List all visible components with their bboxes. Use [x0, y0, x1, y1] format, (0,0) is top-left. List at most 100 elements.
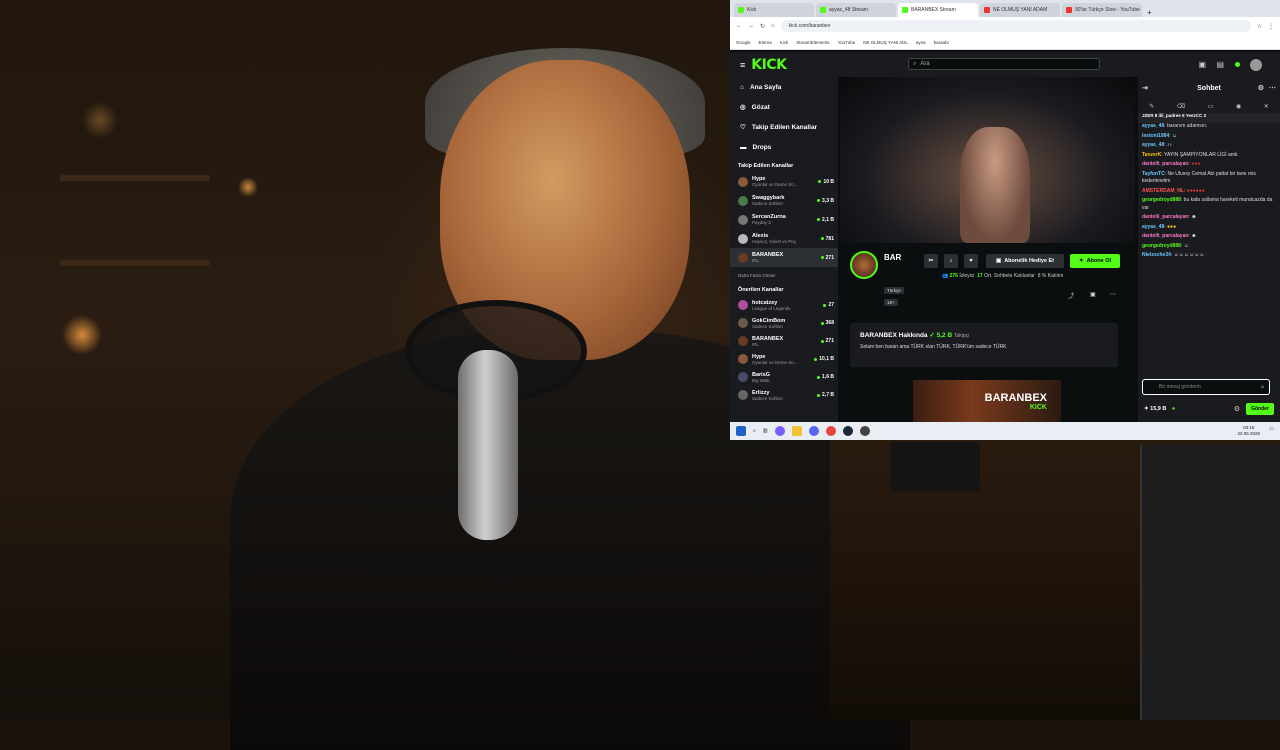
streamer-video [960, 127, 1030, 243]
chat-panel: ⇥ Sohbet ⚙ ⋯ ✎ ⌫ ▭ ◉ ✕ JZER 8 ilil_padre… [1138, 77, 1280, 422]
bookmark-item[interactable]: Eterna [759, 40, 772, 45]
drops-icon: ▬ [740, 143, 747, 151]
bookmark-item[interactable]: NE OLMUŞ YANİ ADL [863, 40, 908, 45]
new-tab-icon[interactable]: + [1147, 8, 1152, 17]
message-icon[interactable]: ▭ [1208, 103, 1214, 110]
followed-section-title: Takip Edilen Kanallar [738, 163, 794, 169]
stream-stats: 👥 276 İzleyici 17 Ort. Sohbete Katılanla… [942, 273, 1064, 279]
library-icon[interactable]: ▤ [1216, 60, 1224, 69]
follow-button[interactable]: ♥ [964, 254, 978, 268]
menu-dots-icon[interactable]: ⋮ [1268, 23, 1274, 30]
pin-icon[interactable]: ✎ [1149, 103, 1154, 110]
kick-logo[interactable]: KICK [751, 57, 787, 73]
chat-gear-icon[interactable]: ⚙ [1234, 405, 1240, 413]
recommended-channel[interactable]: BARANBEX IRL 271 [730, 332, 838, 350]
bookmark-star-icon[interactable]: ☆ [1257, 23, 1262, 30]
followed-channel-active[interactable]: BARANBEX IRL 271 [730, 248, 838, 267]
mod-icon[interactable]: ◉ [1236, 103, 1241, 110]
notify-button[interactable]: ♪ [944, 254, 958, 268]
chat-input[interactable]: Bir mesaj gönderin ☺ [1142, 379, 1270, 395]
browser-tab[interactable]: Kick [734, 3, 814, 17]
live-dot-icon [820, 321, 824, 325]
file-explorer-icon[interactable] [791, 426, 802, 436]
recommended-channel[interactable]: Hype Oyunlar ve Deme Sü... 10,1 B [730, 350, 838, 368]
notification-icon[interactable]: ▣ [1198, 60, 1206, 69]
discord-icon[interactable] [808, 426, 819, 436]
follower-count: 5,2 B [936, 332, 953, 339]
channel-points[interactable]: ✦ 15,9 B ● [1144, 406, 1175, 412]
gift-sub-button[interactable]: ▣ Abonelik Hediye Et [986, 254, 1064, 268]
chat-header: ⇥ Sohbet ⚙ ⋯ [1138, 77, 1280, 99]
browser-tab-active[interactable]: BARANBEX Stream [898, 3, 978, 17]
shelf [60, 175, 210, 181]
bookmark-item[interactable]: baraabi [934, 40, 949, 45]
subscribe-button[interactable]: ✦ Abone Ol [1070, 254, 1120, 268]
channel-avatar[interactable] [850, 251, 878, 279]
chat-settings-icon[interactable]: ⚙ [1258, 84, 1264, 92]
nav-home[interactable]: ⌂ Ana Sayfa [730, 77, 838, 97]
bookmark-item[interactable]: Google [736, 40, 751, 45]
more-icon[interactable]: ⋯ [1110, 291, 1116, 298]
bookmark-item[interactable]: ayna [916, 40, 926, 45]
kick-favicon-icon [738, 7, 744, 13]
back-icon[interactable]: ← [736, 23, 742, 29]
about-title: BARANBEX Hakkında [860, 332, 928, 339]
live-dot-icon [820, 256, 824, 259]
forward-icon[interactable]: → [748, 23, 754, 29]
copilot-icon[interactable] [774, 426, 785, 436]
reload-icon[interactable]: ↻ [760, 23, 765, 30]
home-icon[interactable]: ⌂ [771, 23, 775, 29]
bookmark-item[interactable]: StreamElements [796, 40, 829, 45]
recommended-channel[interactable]: GokCimBom Sadece Sohbet 368 [730, 314, 838, 332]
windows-start-icon[interactable] [736, 426, 746, 436]
lock-icon[interactable]: ▣ [1090, 291, 1096, 298]
obs-icon[interactable] [859, 426, 870, 436]
task-view-icon[interactable]: ▥ [763, 428, 768, 434]
tag-age[interactable]: 18+ [884, 299, 898, 306]
taskbar-search-icon[interactable]: ⌕ [753, 428, 756, 434]
live-dot-icon [820, 237, 824, 240]
browser-tab[interactable]: 90'lar Türkçe Slow - YouTube [1062, 3, 1142, 17]
followed-channel[interactable]: Swaggybark Sadece Sohbet 3,3 B [730, 191, 838, 210]
url-input[interactable]: kick.com/baranbex [780, 20, 1251, 32]
send-button[interactable]: Gönder [1246, 403, 1274, 415]
trash-icon[interactable]: ⌫ [1177, 103, 1185, 110]
recommended-channel[interactable]: Erlizzy Sadece Sohbet 2,7 B [730, 386, 838, 404]
bookmark-item[interactable]: Kick [780, 40, 789, 45]
chat-input-placeholder: Bir mesaj gönderin [1159, 384, 1201, 390]
followed-channel[interactable]: Hype Oyunlar ve Deme Sü... 10 B [730, 172, 838, 191]
bookmark-item[interactable]: YouTube [838, 40, 856, 45]
taskbar-clock[interactable]: 03:16 22.06.2026 [1237, 425, 1260, 437]
collapse-chat-icon[interactable]: ⇥ [1142, 84, 1148, 92]
hamburger-menu-icon[interactable]: ≡ [740, 60, 745, 70]
emoji-picker-icon[interactable]: ☺ [1260, 384, 1265, 390]
chat-more-icon[interactable]: ⋯ [1269, 84, 1276, 92]
studio-speaker [890, 442, 980, 492]
nav-browse[interactable]: ◎ Gözat [730, 97, 838, 117]
recommended-channel[interactable]: BarisG Big Walk 1,6 B [730, 368, 838, 386]
tag-language[interactable]: Türkçe [884, 287, 904, 294]
close-icon[interactable]: ✕ [1264, 103, 1269, 110]
notification-center-icon[interactable]: ▭ [1269, 426, 1274, 432]
follower-label: Takipçi [953, 333, 970, 339]
tab-strip: Kick ayyas_48 Stream BARANBEX Stream NE … [730, 0, 1280, 17]
browser-tab[interactable]: ayyas_48 Stream [816, 3, 896, 17]
clip-button[interactable]: ✂ [924, 254, 938, 268]
followed-channel[interactable]: SercanZurna Payday 3 2,1 B [730, 210, 838, 229]
steam-icon[interactable] [842, 426, 853, 436]
user-avatar[interactable] [1250, 58, 1262, 71]
browser-tab[interactable]: NE OLMUŞ YANİ ADAM [980, 3, 1060, 17]
nav-drops[interactable]: ▬ Drops [730, 137, 838, 157]
chat-message: ayyas_48: baranım adamsın. [1142, 123, 1208, 129]
recommended-channel[interactable]: hotcatzey League of Legends 27 [730, 296, 838, 314]
show-more-link[interactable]: Daha Fazla Göster [730, 267, 838, 281]
video-player[interactable] [840, 77, 1135, 243]
search-placeholder: Ara [920, 61, 930, 67]
share-icon[interactable]: ⤴ [1068, 291, 1074, 300]
avatar [738, 300, 748, 310]
search-input[interactable]: ⌕ Ara [908, 58, 1100, 70]
chrome-icon[interactable] [825, 426, 836, 436]
nav-following[interactable]: ♡ Takip Edilen Kanallar [730, 117, 838, 137]
followed-channel[interactable]: Alexis Hayvuz, Kâvet ve Piaj 781 [730, 229, 838, 248]
channel-name[interactable]: BAR [884, 253, 901, 262]
